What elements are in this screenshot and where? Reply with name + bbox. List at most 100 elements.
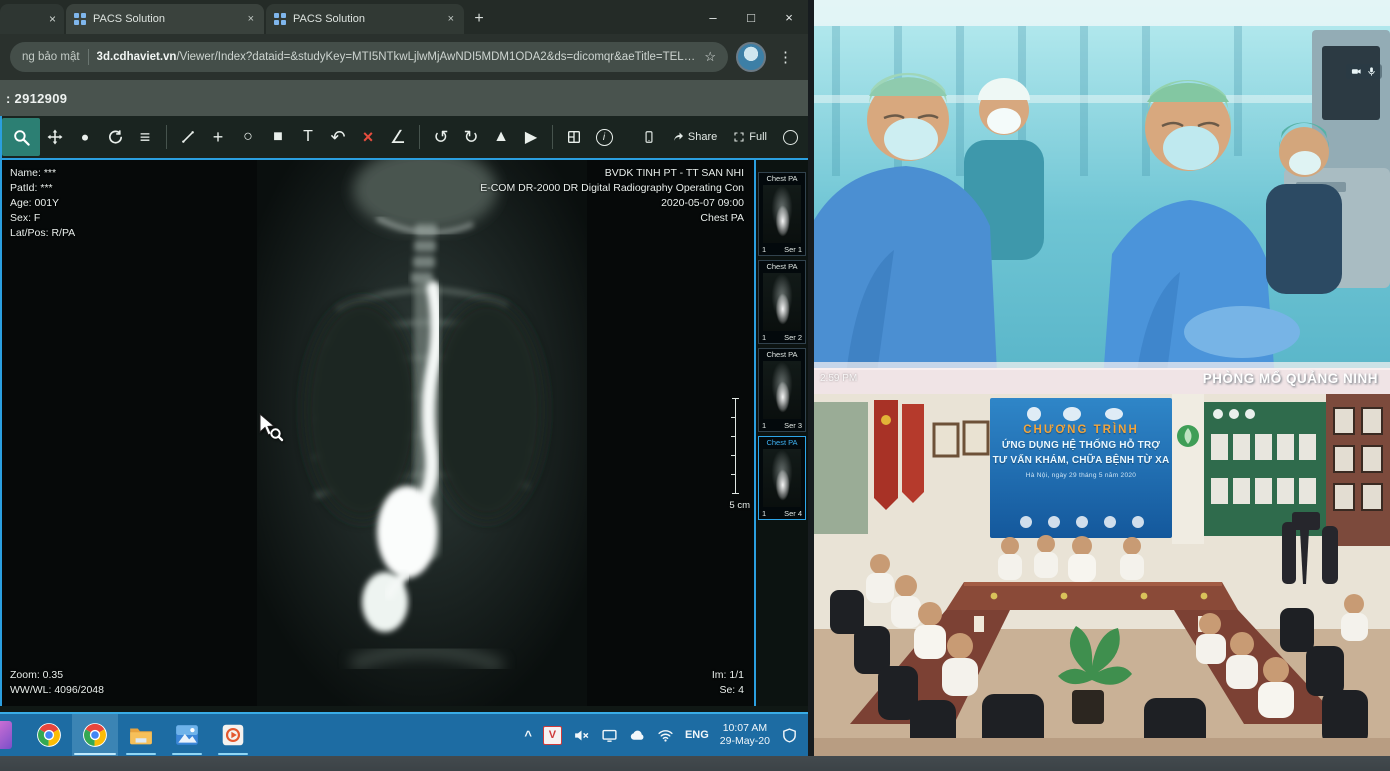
- tray-time: 10:07 AM: [720, 722, 770, 735]
- thumbnail-image: [763, 449, 801, 507]
- zoom-cursor: [256, 412, 286, 442]
- series-thumbnail-4-selected[interactable]: Chest PA 1Ser 4: [758, 436, 806, 520]
- text-annotation-button[interactable]: T: [293, 122, 323, 152]
- operating-room-scene: [814, 0, 1390, 394]
- divider: [88, 49, 89, 65]
- patient-sex: Sex: F: [10, 211, 75, 226]
- security-label[interactable]: ng bảo mật: [22, 51, 80, 63]
- layout-button[interactable]: [559, 122, 589, 152]
- bookmark-star-icon[interactable]: ☆: [704, 49, 716, 65]
- tab-pacs-2[interactable]: PACS Solution ×: [266, 4, 464, 34]
- flip-horizontal-button[interactable]: ▶: [516, 122, 546, 152]
- angle-tool-button[interactable]: ∠: [383, 122, 413, 152]
- banner-line-1: ỨNG DỤNG HỆ THỐNG HỖ TRỢ: [990, 440, 1172, 451]
- xray-image: [257, 160, 587, 706]
- xray-viewport[interactable]: Name: *** PatId: *** Age: 001Y Sex: F La…: [2, 160, 754, 706]
- patient-latpos: Lat/Pos: R/PA: [10, 226, 75, 241]
- info-overlay-button[interactable]: i: [589, 122, 619, 152]
- status-circle-icon[interactable]: [783, 130, 798, 145]
- url-field[interactable]: ng bảo mật 3d.cdhaviet.vn/Viewer/Index?d…: [10, 42, 728, 72]
- tab-close-icon[interactable]: ×: [246, 13, 256, 25]
- mobile-device-icon[interactable]: [642, 130, 656, 144]
- volume-muted-icon[interactable]: [573, 727, 590, 744]
- action-center-icon[interactable]: [781, 727, 798, 744]
- video-conference-screen: 2:59 PM PHÒNG MỔ QUẢNG NINH: [814, 0, 1390, 756]
- profile-avatar[interactable]: [736, 42, 766, 72]
- series-thumbnail-1[interactable]: Chest PA 1Ser 1: [758, 172, 806, 256]
- minimize-button[interactable]: –: [694, 0, 732, 34]
- ellipse-roi-button[interactable]: ○: [233, 122, 263, 152]
- app-icon-partial[interactable]: [0, 721, 12, 749]
- flip-vertical-button[interactable]: ▲: [486, 122, 516, 152]
- series-number: Se: 4: [712, 683, 744, 698]
- close-button[interactable]: ×: [770, 0, 808, 34]
- clock[interactable]: 10:07 AM 29-May-20: [720, 722, 770, 748]
- v-app-tray-icon[interactable]: V: [543, 726, 562, 745]
- video-wall: × PACS Solution × PACS Solution × + – □ …: [0, 0, 1390, 771]
- window-level: WW/WL: 4096/2048: [10, 683, 104, 698]
- toolbar-right-actions: Share Full: [642, 130, 798, 145]
- page-url[interactable]: 3d.cdhaviet.vn/Viewer/Index?dataid=&stud…: [97, 51, 697, 63]
- zoom-tool-button[interactable]: [2, 118, 40, 156]
- image-number: Im: 1/1: [712, 668, 744, 683]
- pan-tool-button[interactable]: [40, 122, 70, 152]
- thumbnail-image: [763, 361, 801, 419]
- toolbar-separator: [419, 125, 420, 149]
- tab-pacs-1[interactable]: PACS Solution ×: [66, 4, 264, 34]
- rect-roi-button[interactable]: ■: [263, 122, 293, 152]
- tab-close-icon[interactable]: ×: [446, 13, 456, 25]
- camera-mic-status-badge: [1346, 64, 1382, 79]
- accession-id-bar: : 2912909: [0, 80, 808, 116]
- program-banner: CHƯƠNG TRÌNH ỨNG DỤNG HỆ THỐNG HỖ TRỢ TƯ…: [990, 424, 1172, 479]
- scale-ruler: [728, 398, 742, 494]
- file-explorer-button[interactable]: [118, 714, 164, 756]
- new-tab-button[interactable]: +: [464, 4, 494, 34]
- accession-id: : 2912909: [6, 91, 67, 106]
- thumbnail-image: [763, 185, 801, 243]
- conference-room-video: CHƯƠNG TRÌNH ỨNG DỤNG HỆ THỐNG HỖ TRỢ TƯ…: [814, 394, 1390, 756]
- pacs-favicon: [74, 13, 86, 25]
- display-tray-icon[interactable]: [601, 727, 618, 744]
- tab-offscreen[interactable]: ×: [0, 4, 64, 34]
- probe-tool-button[interactable]: [70, 122, 100, 152]
- browser-menu-icon[interactable]: ⋮: [774, 48, 798, 66]
- photos-app-button[interactable]: [164, 714, 210, 756]
- display-bezel: [0, 756, 1390, 771]
- series-thumbnail-3[interactable]: Chest PA 1Ser 3: [758, 348, 806, 432]
- measure-line-button[interactable]: [173, 122, 203, 152]
- zoom-factor: Zoom: 0.35: [10, 668, 104, 683]
- thumbnail-image: [763, 273, 801, 331]
- banner-subtitle: Hà Nội, ngày 29 tháng 5 năm 2020: [990, 472, 1172, 479]
- patient-name: Name: ***: [10, 166, 75, 181]
- onedrive-cloud-icon[interactable]: [629, 727, 646, 744]
- crosshair-button[interactable]: +: [203, 122, 233, 152]
- wifi-icon[interactable]: [657, 727, 674, 744]
- series-thumbnail-2[interactable]: Chest PA 1Ser 2: [758, 260, 806, 344]
- wl-presets-button[interactable]: ≡: [130, 122, 160, 152]
- rotate-cw-button[interactable]: ↻: [456, 122, 486, 152]
- patient-id: PatId: ***: [10, 181, 75, 196]
- undo-button[interactable]: ↶: [323, 122, 353, 152]
- chrome-app-button[interactable]: [26, 714, 72, 756]
- language-indicator[interactable]: ENG: [685, 729, 709, 741]
- share-button[interactable]: Share: [672, 131, 717, 143]
- taskbar-pinned-apps: [0, 714, 256, 756]
- pacs-browser-screen: × PACS Solution × PACS Solution × + – □ …: [0, 0, 808, 756]
- fullscreen-button[interactable]: Full: [733, 131, 767, 143]
- browser-tab-strip: × PACS Solution × PACS Solution × + – □ …: [0, 0, 808, 34]
- tray-expand-chevron[interactable]: ^: [524, 728, 532, 743]
- maximize-button[interactable]: □: [732, 0, 770, 34]
- tab-label: PACS Solution: [293, 13, 439, 25]
- patient-info-overlay: Name: *** PatId: *** Age: 001Y Sex: F La…: [10, 166, 75, 241]
- delete-annotation-button[interactable]: ×: [353, 122, 383, 152]
- operating-room-video: 2:59 PM PHÒNG MỔ QUẢNG NINH: [814, 0, 1390, 394]
- rotate-tool-button[interactable]: [100, 122, 130, 152]
- camera-icon: [1351, 66, 1362, 77]
- patient-age: Age: 001Y: [10, 196, 75, 211]
- study-info-overlay: BVDK TINH PT - TT SAN NHI E-COM DR-2000 …: [480, 166, 744, 226]
- rotate-ccw-button[interactable]: ↺: [426, 122, 456, 152]
- media-app-button[interactable]: [210, 714, 256, 756]
- tab-close-icon[interactable]: ×: [49, 12, 56, 26]
- mic-icon: [1366, 66, 1377, 77]
- chrome-active-app-button[interactable]: [72, 714, 118, 756]
